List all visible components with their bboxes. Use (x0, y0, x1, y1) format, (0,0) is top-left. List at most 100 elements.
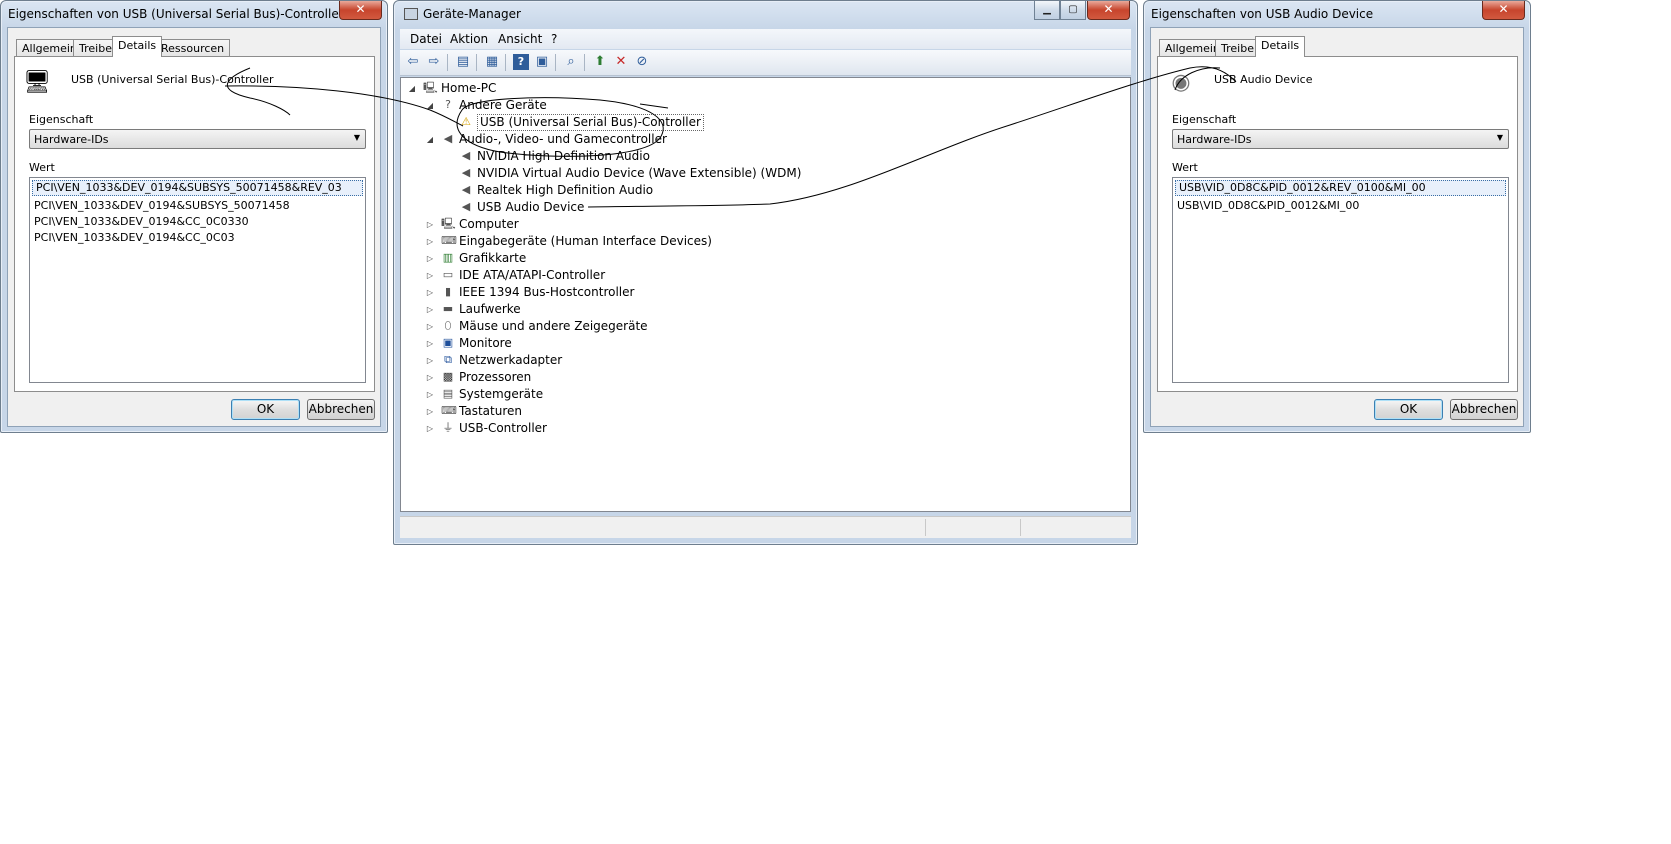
value-list[interactable]: USB\VID_0D8C&PID_0012&REV_0100&MI_00 USB… (1172, 177, 1509, 383)
ide-controller-icon: ▭ (442, 268, 454, 281)
property-label: Eigenschaft (29, 113, 94, 126)
window-title: Geräte-Manager (394, 1, 1137, 27)
uninstall-icon[interactable]: ✕ (613, 54, 629, 70)
close-button[interactable]: ✕ (339, 1, 382, 20)
expand-icon[interactable]: ▷ (425, 318, 435, 335)
property-label: Eigenschaft (1172, 113, 1237, 126)
status-cell (1020, 519, 1021, 536)
dialog-body: Allgemein Treiber Details Ressourcen 🖥 U… (7, 27, 381, 427)
toolbar-separator (584, 54, 585, 71)
tab-details[interactable]: Details (1255, 36, 1306, 57)
speaker-icon: ◀ (443, 132, 453, 145)
list-item[interactable]: USB\VID_0D8C&PID_0012&REV_0100&MI_00 (1175, 180, 1506, 196)
expand-icon[interactable]: ▷ (425, 301, 435, 318)
expand-icon[interactable]: ▷ (425, 250, 435, 267)
expand-icon[interactable]: ▷ (425, 216, 435, 233)
property-select[interactable]: Hardware-IDs ▼ (29, 129, 366, 149)
system-device-icon: ▤ (442, 387, 454, 400)
minimize-button[interactable]: ▁ (1034, 1, 1060, 20)
disable-icon[interactable]: ⊘ (634, 54, 650, 70)
status-cell (925, 519, 926, 536)
dialog-title: Eigenschaften von USB (Universal Serial … (8, 7, 344, 21)
minimize-icon: ▁ (1043, 4, 1051, 15)
expand-icon[interactable]: ▷ (425, 403, 435, 420)
list-item[interactable]: PCI\VEN_1033&DEV_0194&CC_0C03 (30, 230, 365, 246)
cancel-button[interactable]: Abbrechen (1450, 399, 1518, 420)
speaker-icon: ◀ (461, 166, 471, 179)
device-name: USB Audio Device (1214, 73, 1313, 86)
menu-ansicht[interactable]: Ansicht (498, 32, 542, 46)
help-icon[interactable]: ? (513, 54, 529, 70)
menu-aktion[interactable]: Aktion (450, 32, 488, 46)
expand-icon[interactable]: ▷ (425, 267, 435, 284)
close-icon: ✕ (1103, 2, 1114, 16)
expand-icon[interactable]: ▷ (425, 386, 435, 403)
disk-drive-icon: ▬ (442, 302, 454, 315)
usb-audio-device-properties-dialog: Eigenschaften von USB Audio Device ✕ All… (1143, 0, 1531, 433)
menu-datei[interactable]: Datei (410, 32, 442, 46)
expand-icon[interactable]: ▷ (425, 335, 435, 352)
toolbar-separator (447, 54, 448, 71)
close-button[interactable]: ✕ (1087, 1, 1130, 20)
ok-button[interactable]: OK (231, 399, 300, 420)
back-icon[interactable]: ⇦ (405, 54, 421, 70)
scan-hardware-icon[interactable]: ⌕ (563, 54, 579, 70)
tab-details[interactable]: Details (112, 36, 163, 57)
collapse-icon[interactable]: ◢ (425, 97, 435, 114)
processor-icon: ▩ (442, 370, 454, 383)
speaker-icon: ◀ (461, 183, 471, 196)
list-item[interactable]: USB\VID_0D8C&PID_0012&MI_00 (1173, 198, 1508, 214)
forward-icon[interactable]: ⇨ (426, 54, 442, 70)
status-bar (400, 516, 1131, 538)
value-list[interactable]: PCI\VEN_1033&DEV_0194&SUBSYS_50071458&RE… (29, 177, 366, 383)
usb-controller-properties-dialog: Eigenschaften von USB (Universal Serial … (0, 0, 388, 433)
expand-icon[interactable]: ▷ (425, 233, 435, 250)
toolbar-separator (476, 54, 477, 71)
toolbar-separator (505, 54, 506, 71)
usb-icon: ⏚ (442, 421, 454, 434)
property-value: Hardware-IDs (1177, 133, 1252, 146)
unknown-device-icon: ? (445, 98, 451, 111)
menu-bar: Datei Aktion Ansicht ? (400, 29, 1131, 49)
close-icon: ✕ (355, 2, 366, 16)
expand-icon[interactable]: ▷ (425, 284, 435, 301)
chevron-down-icon: ▼ (353, 133, 360, 142)
expand-icon[interactable]: ▷ (425, 369, 435, 386)
display-adapter-icon: ▥ (442, 251, 454, 264)
menu-help[interactable]: ? (551, 32, 557, 46)
value-label: Wert (29, 161, 55, 174)
collapse-icon[interactable]: ◢ (425, 131, 435, 148)
speaker-icon: ◀ (461, 149, 471, 162)
close-icon: ✕ (1498, 2, 1509, 16)
list-item[interactable]: PCI\VEN_1033&DEV_0194&SUBSYS_50071458&RE… (32, 180, 363, 196)
close-button[interactable]: ✕ (1482, 1, 1525, 20)
list-item[interactable]: PCI\VEN_1033&DEV_0194&CC_0C0330 (30, 214, 365, 230)
expand-icon[interactable]: ▷ (425, 420, 435, 437)
computer-icon: 🖳 (441, 217, 456, 230)
tab-ressourcen[interactable]: Ressourcen (155, 39, 231, 57)
toolbar: ⇦ ⇨ ▤ ▦ ? ▣ ⌕ ⬆ ✕ ⊘ (400, 50, 1131, 76)
maximize-button[interactable]: ▢ (1060, 1, 1086, 20)
console-tree-icon[interactable]: ▤ (455, 54, 471, 70)
device-name: USB (Universal Serial Bus)-Controller (71, 73, 274, 86)
details-tab-page: ◉ USB Audio Device Eigenschaft Hardware-… (1157, 56, 1518, 392)
hid-icon: ⌨ (441, 234, 457, 247)
value-label: Wert (1172, 161, 1198, 174)
speaker-icon: ◉ (1171, 70, 1191, 95)
properties-icon[interactable]: ▦ (484, 54, 500, 70)
computer-icon: 🖳 (423, 81, 438, 94)
dialog-body: Allgemein Treiber Details ◉ USB Audio De… (1150, 27, 1524, 427)
chevron-down-icon: ▼ (1496, 133, 1503, 142)
details-tab-page: 🖥 USB (Universal Serial Bus)-Controller … (14, 56, 375, 392)
device-tree[interactable]: ◢ 🖳 Home-PC ◢ ? Andere Geräte ⚠ USB (Uni… (400, 77, 1131, 512)
update-driver-icon[interactable]: ⬆ (592, 54, 608, 70)
firewire-icon: ▮ (444, 285, 452, 298)
expand-icon[interactable]: ▷ (425, 352, 435, 369)
cancel-button[interactable]: Abbrechen (307, 399, 375, 420)
property-select[interactable]: Hardware-IDs ▼ (1172, 129, 1509, 149)
collapse-icon[interactable]: ◢ (407, 80, 417, 97)
list-item[interactable]: PCI\VEN_1033&DEV_0194&SUBSYS_50071458 (30, 198, 365, 214)
keyboard-icon: ⌨ (441, 404, 457, 417)
ok-button[interactable]: OK (1374, 399, 1443, 420)
action-pane-icon[interactable]: ▣ (534, 54, 550, 70)
